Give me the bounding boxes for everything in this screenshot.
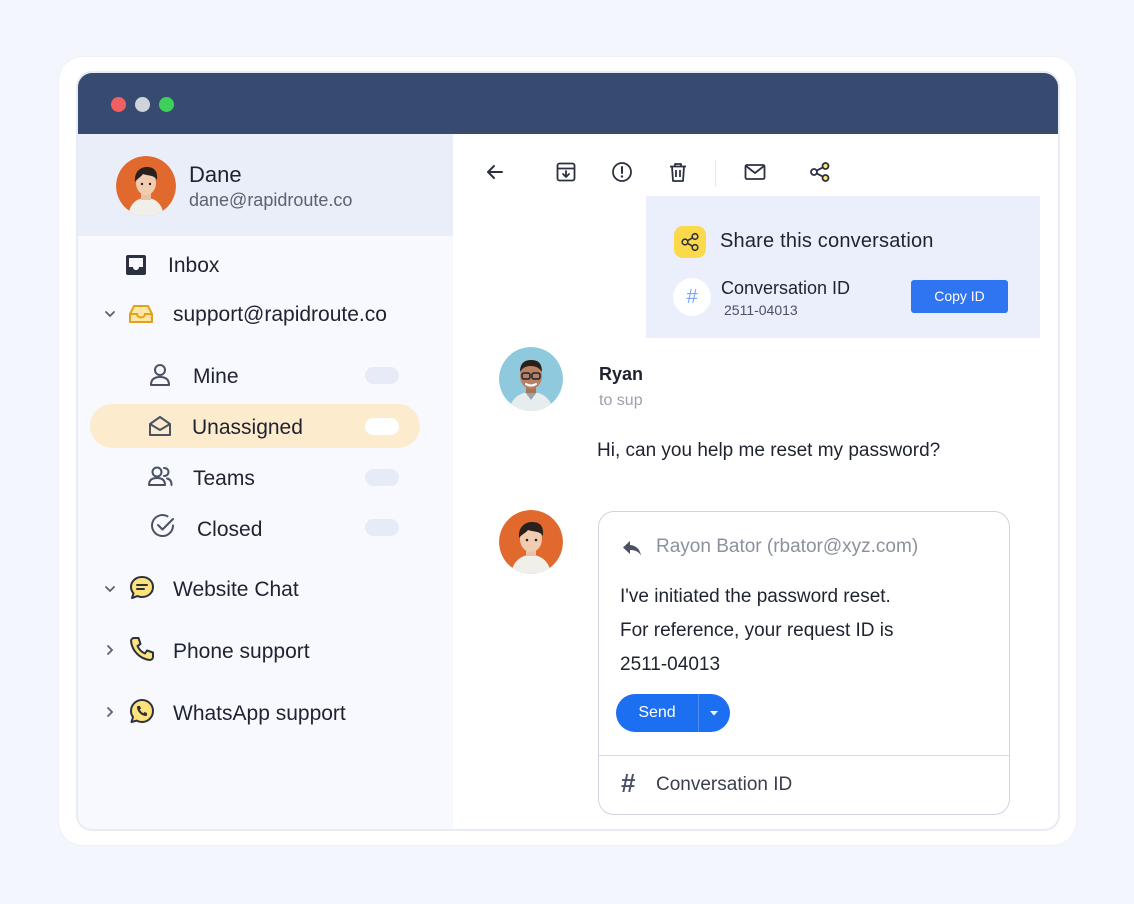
share-badge-icon (674, 226, 706, 258)
hash-icon: # (621, 768, 636, 798)
minimize-window-dot[interactable] (135, 97, 150, 112)
chevron-right-icon[interactable] (103, 705, 117, 719)
chat-bubble-icon (128, 574, 156, 602)
inbox-icon (122, 251, 150, 279)
sidebar-item-label: Mine (193, 365, 239, 388)
sidebar-item-teams[interactable]: Teams (78, 457, 453, 497)
insert-conversation-id-option[interactable]: Conversation ID (656, 774, 792, 796)
mailbox-tray-icon (127, 300, 155, 328)
team-icon (146, 462, 174, 490)
sidebar: Dane dane@rapidroute.co Inbox support@ra… (78, 134, 453, 829)
app-window: Dane dane@rapidroute.co Inbox support@ra… (78, 73, 1058, 829)
sidebar-item-label: Website Chat (173, 578, 299, 601)
share-icon[interactable] (808, 160, 832, 184)
open-envelope-icon (146, 412, 174, 440)
copy-id-button[interactable]: Copy ID (911, 280, 1008, 313)
sidebar-item-label: Closed (197, 518, 263, 541)
close-window-dot[interactable] (111, 97, 126, 112)
profile-email: dane@rapidroute.co (189, 190, 353, 210)
chevron-right-icon[interactable] (103, 643, 117, 657)
count-badge (365, 367, 399, 384)
check-circle-icon (149, 512, 177, 540)
sender-avatar (499, 347, 563, 411)
title-bar (78, 73, 1058, 134)
reply-recipient[interactable]: Rayon Bator (rbator@xyz.com) (656, 536, 918, 558)
sender-name: Ryan (599, 364, 644, 384)
sidebar-item-unassigned[interactable]: Unassigned (78, 404, 453, 448)
sidebar-item-label: Inbox (168, 254, 220, 277)
reply-text-line[interactable]: I've initiated the password reset. (620, 586, 891, 608)
send-options-caret-icon[interactable] (699, 694, 730, 732)
user-icon (146, 361, 174, 389)
chevron-down-icon[interactable] (103, 307, 117, 321)
sidebar-item-mine[interactable]: Mine (78, 356, 453, 396)
report-spam-icon[interactable] (610, 160, 634, 184)
maximize-window-dot[interactable] (159, 97, 174, 112)
mail-icon[interactable] (743, 160, 767, 184)
archive-icon[interactable] (554, 160, 578, 184)
sidebar-item-label: support@rapidroute.co (173, 303, 387, 326)
share-popover: Share this conversation # Conversation I… (646, 196, 1040, 338)
count-badge (365, 418, 399, 435)
sidebar-item-label: WhatsApp support (173, 702, 346, 725)
count-badge (365, 469, 399, 486)
chevron-down-icon[interactable] (103, 582, 117, 596)
composer-divider (599, 755, 1009, 756)
sidebar-item-phone-support[interactable]: Phone support (78, 631, 453, 671)
back-arrow-icon[interactable] (483, 160, 507, 184)
sidebar-item-label: Unassigned (192, 416, 303, 439)
conversation-id-value: 2511-04013 (724, 302, 798, 318)
hash-icon: # (673, 278, 711, 316)
count-badge (365, 519, 399, 536)
sidebar-item-whatsapp-support[interactable]: WhatsApp support (78, 693, 453, 733)
avatar (116, 156, 176, 216)
phone-icon (128, 635, 156, 663)
trash-icon[interactable] (666, 160, 690, 184)
toolbar-divider (715, 160, 716, 186)
profile-name: Dane (189, 162, 242, 187)
sidebar-item-inbox[interactable]: Inbox (78, 245, 453, 285)
conversation-pane: Ryan to sup Hi, can you help me reset my… (453, 134, 1058, 829)
sidebar-item-website-chat[interactable]: Website Chat (78, 569, 453, 609)
agent-avatar (499, 510, 563, 574)
conversation-id-label: Conversation ID (721, 278, 851, 298)
reply-composer[interactable]: Rayon Bator (rbator@xyz.com) I've initia… (598, 511, 1010, 815)
message-text: Hi, can you help me reset my password? (597, 440, 941, 461)
reply-text-line[interactable]: 2511-04013 (620, 654, 720, 676)
reply-arrow-icon (621, 537, 643, 559)
recipient-line: to sup (599, 392, 643, 409)
send-button-group: Send (616, 694, 730, 732)
profile-header[interactable]: Dane dane@rapidroute.co (78, 134, 453, 236)
sidebar-item-closed[interactable]: Closed (78, 507, 453, 547)
reply-text-line[interactable]: For reference, your request ID is (620, 620, 894, 642)
sidebar-item-label: Teams (193, 467, 255, 490)
sidebar-item-mailbox[interactable]: support@rapidroute.co (78, 294, 453, 334)
share-title: Share this conversation (720, 230, 934, 252)
whatsapp-icon (128, 697, 156, 725)
send-button[interactable]: Send (616, 694, 698, 732)
sidebar-item-label: Phone support (173, 640, 310, 663)
